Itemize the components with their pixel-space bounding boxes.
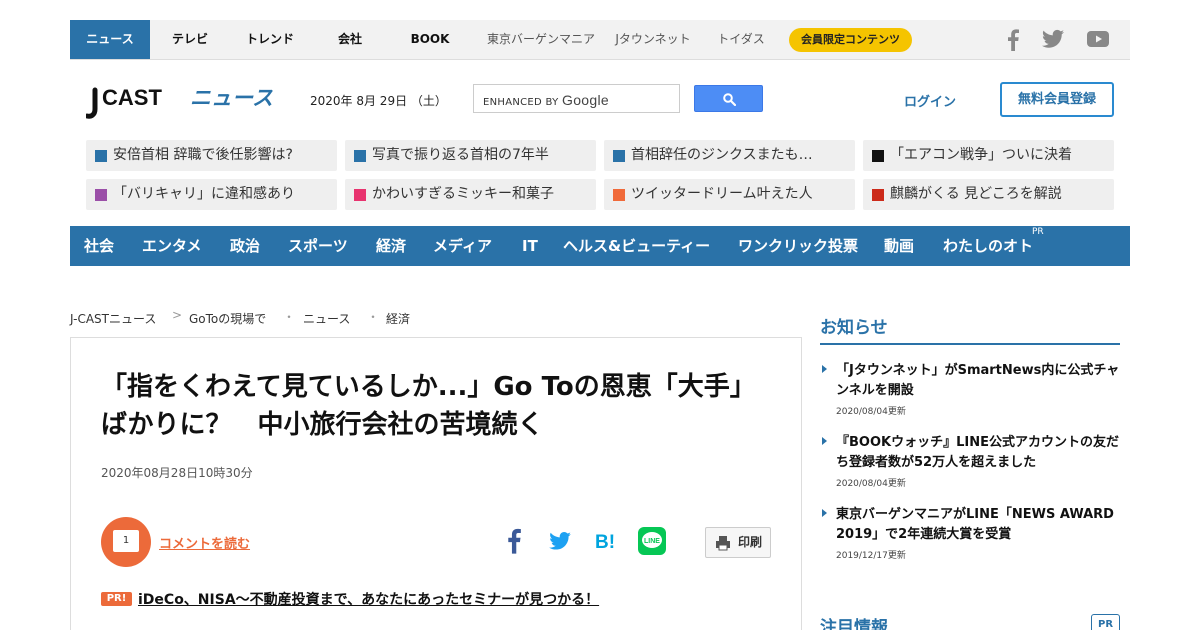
chevron-right-icon <box>822 509 827 517</box>
page: ニュース テレビ トレンド 会社 BOOK 東京バーゲンマニア Jタウンネット … <box>0 0 1200 630</box>
category-one-click-vote[interactable]: ワンクリック投票 <box>738 226 858 266</box>
site-link-jtown[interactable]: Jタウンネット <box>610 20 696 59</box>
notice-item[interactable]: 「Jタウンネット」がSmartNews内に公式チャンネルを開設 2020/08/… <box>822 361 1126 417</box>
category-sports[interactable]: スポーツ <box>288 226 348 266</box>
top-tab-company[interactable]: 会社 <box>310 20 390 59</box>
breadcrumb-separator: ・ <box>283 310 296 324</box>
twitter-icon[interactable] <box>1042 29 1064 49</box>
notice-title[interactable]: 『BOOKウォッチ』LINE公式アカウントの友だち登録者数が52万人を超えました <box>836 433 1126 473</box>
site-link-bargain[interactable]: 東京バーゲンマニア <box>478 20 604 59</box>
site-link-toidas[interactable]: トイダス <box>710 20 772 59</box>
breadcrumb-economy[interactable]: 経済 <box>386 310 410 327</box>
jcast-news-logo[interactable]: CAST ニュース <box>86 82 276 122</box>
notice-title[interactable]: 東京バーゲンマニアがLINE「NEWS AWARD 2019」で2年連続大賞を受… <box>836 505 1126 545</box>
topic-chip[interactable]: 麒麟がくる 見どころを解説 <box>863 179 1114 210</box>
search-button[interactable] <box>694 85 763 112</box>
notice-item[interactable]: 東京バーゲンマニアがLINE「NEWS AWARD 2019」で2年連続大賞を受… <box>822 505 1126 561</box>
category-nav: 社会 エンタメ 政治 スポーツ 経済 メディア IT ヘルス&ビューティー ワン… <box>70 226 1130 266</box>
topic-bullet <box>613 150 625 162</box>
current-date: 2020年 8月 29日 （土） <box>310 94 447 108</box>
notice-divider <box>820 343 1120 345</box>
login-link[interactable]: ログイン <box>904 91 956 110</box>
topic-bullet <box>95 189 107 201</box>
category-society[interactable]: 社会 <box>84 226 114 266</box>
topic-bullet <box>354 150 366 162</box>
category-politics[interactable]: 政治 <box>230 226 260 266</box>
topic-chip[interactable]: 写真で振り返る首相の7年半 <box>345 140 596 171</box>
register-button[interactable]: 無料会員登録 <box>1000 82 1114 117</box>
notice-item[interactable]: 『BOOKウォッチ』LINE公式アカウントの友だち登録者数が52万人を超えました… <box>822 433 1126 489</box>
notice-date: 2020/08/04更新 <box>836 407 906 417</box>
top-nav: ニュース テレビ トレンド 会社 BOOK 東京バーゲンマニア Jタウンネット … <box>70 20 1130 60</box>
breadcrumb-home[interactable]: J-CASTニュース <box>70 310 156 327</box>
top-tab-trend[interactable]: トレンド <box>230 20 310 59</box>
member-content-button[interactable]: 会員限定コンテンツ <box>789 28 912 52</box>
topic-label: 安倍首相 辞職で後任影響は? <box>113 147 293 163</box>
chevron-right-icon <box>822 365 827 373</box>
facebook-share-icon[interactable] <box>506 528 522 554</box>
article-date: 2020年08月28日10時30分 <box>101 466 253 480</box>
top-tab-news[interactable]: ニュース <box>70 20 150 59</box>
topic-bullet <box>872 189 884 201</box>
category-entertainment[interactable]: エンタメ <box>142 226 202 266</box>
pr-badge: PR! <box>101 592 132 606</box>
topic-label: 「バリキャリ」に違和感あり <box>113 186 295 202</box>
notice-heading: お知らせ <box>820 318 888 338</box>
svg-text:B!: B! <box>595 532 615 551</box>
breadcrumb-goto[interactable]: GoToの現場で <box>189 310 266 327</box>
topic-label: かわいすぎるミッキー和菓子 <box>372 186 554 202</box>
topic-label: 写真で振り返る首相の7年半 <box>372 147 549 163</box>
topic-chip[interactable]: 安倍首相 辞職で後任影響は? <box>86 140 337 171</box>
topic-chip[interactable]: 「バリキャリ」に違和感あり <box>86 179 337 210</box>
top-tab-book[interactable]: BOOK <box>390 20 470 59</box>
topic-label: ツイッタードリーム叶えた人 <box>631 186 813 202</box>
featured-heading: 注目情報 <box>820 618 888 630</box>
twitter-share-icon[interactable] <box>549 532 571 550</box>
line-share-icon[interactable]: LINE <box>638 527 666 555</box>
search-icon <box>723 93 736 106</box>
category-pr-label: PR <box>1032 227 1044 237</box>
topic-bullet <box>872 150 884 162</box>
topic-chip[interactable]: かわいすぎるミッキー和菓子 <box>345 179 596 210</box>
breadcrumb-news[interactable]: ニュース <box>303 310 350 327</box>
hatena-bookmark-icon[interactable]: B! <box>595 531 617 551</box>
chevron-right-icon <box>822 437 827 445</box>
topic-chip[interactable]: ツイッタードリーム叶えた人 <box>604 179 855 210</box>
topic-label: 麒麟がくる 見どころを解説 <box>890 186 1062 202</box>
topic-bullet <box>613 189 625 201</box>
comment-count: 1 <box>113 530 139 552</box>
top-tab-tv[interactable]: テレビ <box>150 20 230 59</box>
search-input[interactable]: ENHANCED BY Google <box>473 84 680 113</box>
category-health-beauty[interactable]: ヘルス&ビューティー <box>563 226 710 266</box>
category-watashi-no-oto[interactable]: わたしのオト <box>943 226 1033 266</box>
breadcrumb-separator: ・ <box>367 310 380 324</box>
category-it[interactable]: IT <box>522 226 538 266</box>
svg-text:LINE: LINE <box>644 538 660 545</box>
youtube-icon[interactable] <box>1087 30 1109 48</box>
logo-text: CAST <box>102 85 162 110</box>
topic-bullet <box>354 189 366 201</box>
pr-seminar-link[interactable]: iDeCo、NISA～不動産投資まで、あなたにあったセミナーが見つかる！ <box>138 589 599 609</box>
notice-date: 2020/08/04更新 <box>836 479 906 489</box>
topic-bullet <box>95 150 107 162</box>
topic-label: 「エアコン戦争」ついに決着 <box>890 147 1072 163</box>
notice-date: 2019/12/17更新 <box>836 551 906 561</box>
featured-pr-badge: PR <box>1091 614 1120 630</box>
print-icon <box>716 536 730 551</box>
category-media[interactable]: メディア <box>433 226 492 266</box>
topic-chip[interactable]: 「エアコン戦争」ついに決着 <box>863 140 1114 171</box>
category-video[interactable]: 動画 <box>884 226 914 266</box>
topic-label: 首相辞任のジンクスまたも… <box>631 147 813 163</box>
breadcrumb-separator: > <box>172 308 183 322</box>
category-economy[interactable]: 経済 <box>376 226 406 266</box>
article-title: 「指をくわえて見ているしか...」Go Toの恩恵「大手」ばかりに？ 中小旅行会… <box>101 372 756 440</box>
logo-suffix: ニュース <box>190 86 273 110</box>
google-brand: Google <box>562 92 609 108</box>
search-placeholder: ENHANCED BY Google <box>483 92 609 108</box>
notice-title[interactable]: 「Jタウンネット」がSmartNews内に公式チャンネルを開設 <box>836 361 1126 401</box>
read-comments-link[interactable]: コメントを読む <box>159 533 250 552</box>
topic-chip[interactable]: 首相辞任のジンクスまたも… <box>604 140 855 171</box>
facebook-icon[interactable] <box>1006 29 1020 51</box>
